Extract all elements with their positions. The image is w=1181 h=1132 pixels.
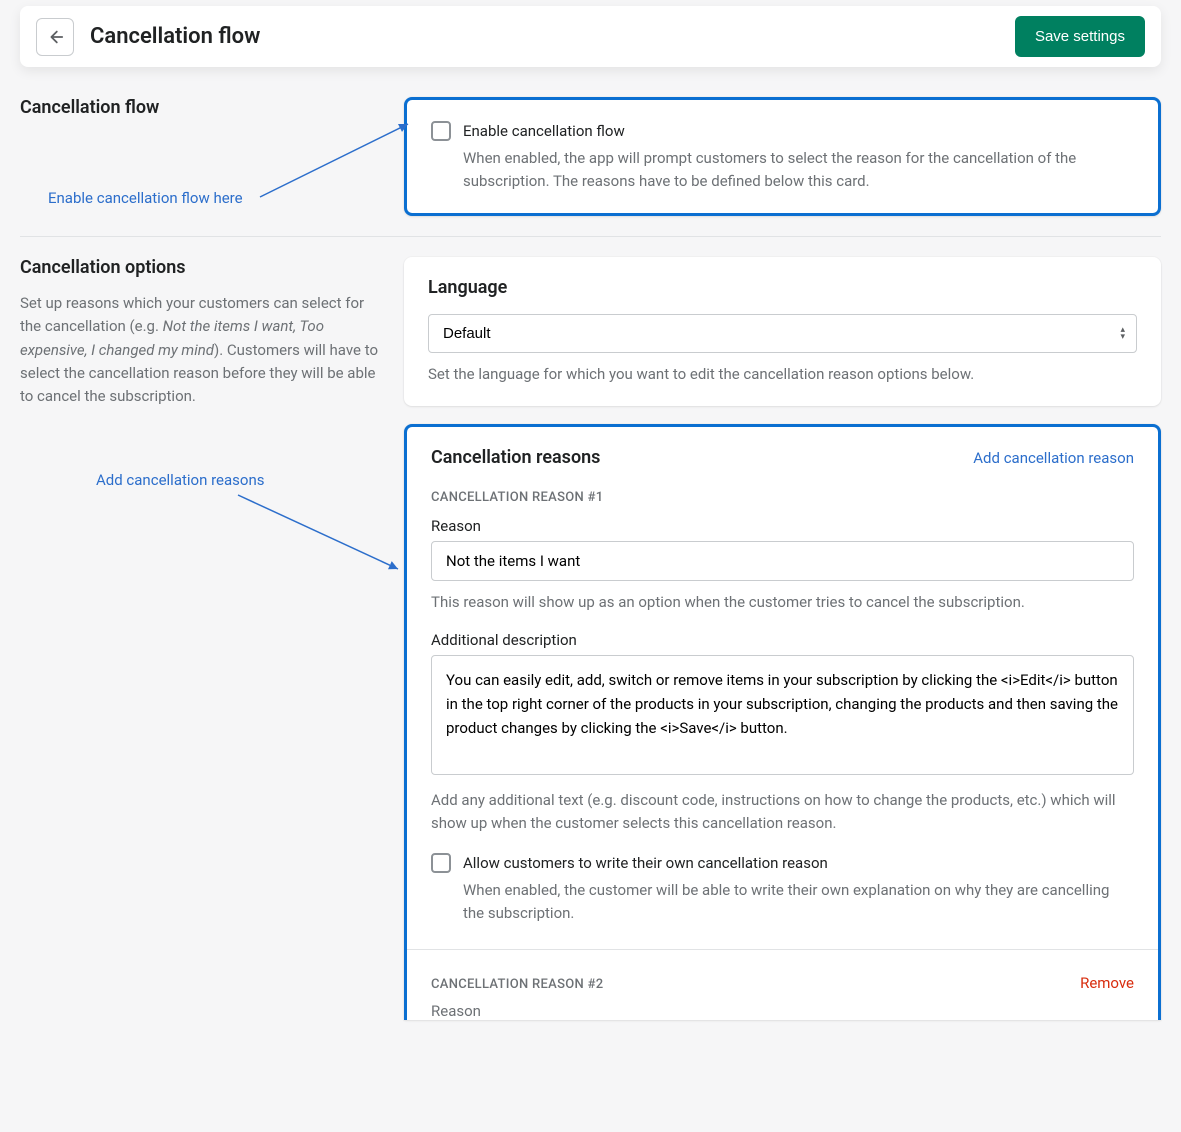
page-title: Cancellation flow	[90, 24, 260, 49]
section-cancellation-flow: Cancellation flow Enable cancellation fl…	[20, 97, 1161, 236]
section-options-right: Language Set the language for which you …	[404, 257, 1161, 1026]
section-options-left: Cancellation options Set up reasons whic…	[20, 257, 380, 1026]
annotation-enable-flow: Enable cancellation flow here	[48, 189, 243, 207]
reason-block-1: CANCELLATION REASON #1 Reason This reaso…	[431, 490, 1134, 926]
section-cancellation-options: Cancellation options Set up reasons whic…	[20, 236, 1161, 1046]
annotation-arrow-icon	[230, 487, 410, 587]
section-options-title: Cancellation options	[20, 257, 380, 278]
section-options-desc: Set up reasons which your customers can …	[20, 292, 380, 408]
enable-flow-label: Enable cancellation flow	[463, 120, 1134, 143]
reason1-reason-help: This reason will show up as an option wh…	[431, 591, 1134, 614]
save-button[interactable]: Save settings	[1015, 16, 1145, 57]
reason2-header: CANCELLATION REASON #2	[431, 977, 603, 992]
reason1-reason-label: Reason	[431, 517, 1134, 535]
reason1-desc-label: Additional description	[431, 631, 1134, 649]
add-reason-link[interactable]: Add cancellation reason	[973, 449, 1134, 467]
arrow-left-icon	[46, 28, 64, 46]
reason2-reason-label: Reason	[431, 1002, 1134, 1020]
language-select[interactable]	[428, 314, 1137, 353]
reason1-desc-input[interactable]: You can easily edit, add, switch or remo…	[431, 655, 1134, 775]
reason1-allow-row: Allow customers to write their own cance…	[431, 852, 1134, 925]
reason2-remove-link[interactable]: Remove	[1080, 974, 1134, 992]
enable-flow-row: Enable cancellation flow When enabled, t…	[431, 120, 1134, 193]
reason1-desc-help: Add any additional text (e.g. discount c…	[431, 789, 1134, 834]
language-select-wrap	[428, 314, 1137, 353]
reason1-allow-help: When enabled, the customer will be able …	[463, 879, 1134, 926]
reasons-header: Cancellation reasons Add cancellation re…	[431, 447, 1134, 468]
enable-flow-text: Enable cancellation flow When enabled, t…	[463, 120, 1134, 193]
reason1-allow-checkbox[interactable]	[431, 853, 451, 873]
reason1-desc-field: Additional description You can easily ed…	[431, 631, 1134, 834]
back-button[interactable]	[36, 18, 74, 56]
enable-flow-card: Enable cancellation flow When enabled, t…	[404, 97, 1161, 216]
reasons-title: Cancellation reasons	[431, 447, 600, 468]
header-left: Cancellation flow	[36, 18, 260, 56]
reason-block-2: CANCELLATION REASON #2 Remove Reason	[431, 974, 1134, 1020]
reason1-reason-field: Reason This reason will show up as an op…	[431, 517, 1134, 614]
section-flow-right: Enable cancellation flow When enabled, t…	[404, 97, 1161, 216]
reason1-allow-text: Allow customers to write their own cance…	[463, 852, 1134, 925]
page-header: Cancellation flow Save settings	[20, 6, 1161, 67]
language-help: Set the language for which you want to e…	[428, 363, 1137, 386]
section-flow-title: Cancellation flow	[20, 97, 380, 118]
reasons-card: Cancellation reasons Add cancellation re…	[404, 424, 1161, 1021]
enable-flow-checkbox[interactable]	[431, 121, 451, 141]
enable-flow-help: When enabled, the app will prompt custom…	[463, 147, 1134, 194]
reason1-reason-input[interactable]	[431, 541, 1134, 581]
reason2-header-row: CANCELLATION REASON #2 Remove	[431, 974, 1134, 992]
content-area: Cancellation flow Enable cancellation fl…	[0, 67, 1181, 1046]
language-card: Language Set the language for which you …	[404, 257, 1161, 406]
language-title: Language	[428, 277, 1137, 298]
section-flow-left: Cancellation flow Enable cancellation fl…	[20, 97, 380, 216]
annotation-add-reasons: Add cancellation reasons	[96, 471, 264, 489]
reason-divider	[407, 949, 1158, 950]
reason1-header: CANCELLATION REASON #1	[431, 490, 1134, 505]
reason1-allow-label: Allow customers to write their own cance…	[463, 852, 1134, 875]
annotation-arrow-icon	[250, 112, 420, 212]
